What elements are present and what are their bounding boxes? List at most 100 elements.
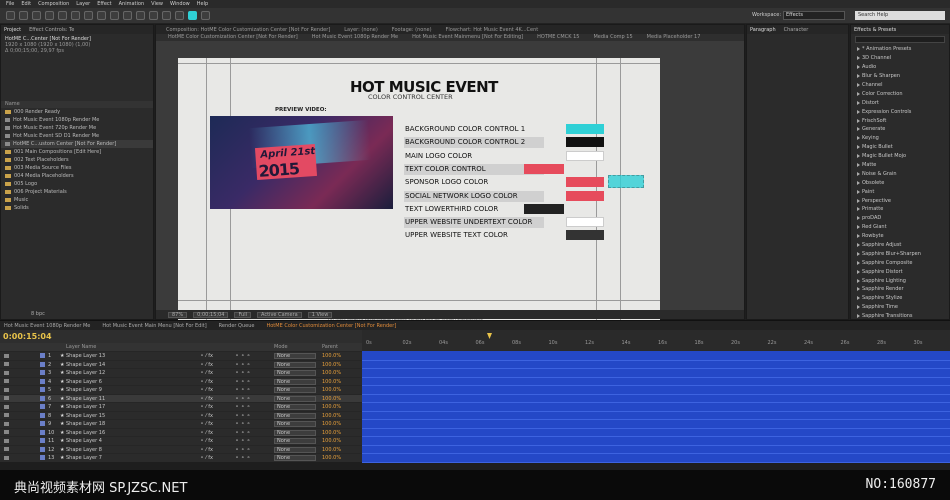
mode-select[interactable]: None bbox=[274, 387, 316, 393]
color-swatch[interactable] bbox=[566, 230, 604, 241]
layer-name[interactable]: Shape Layer 13 bbox=[66, 353, 105, 359]
effect-category[interactable]: 3D Channel bbox=[851, 54, 949, 63]
viewer-tab[interactable]: Composition: HotME Color Customization C… bbox=[166, 27, 330, 33]
mode-select[interactable]: None bbox=[274, 378, 316, 385]
layer-name[interactable]: Shape Layer 15 bbox=[66, 413, 105, 419]
visibility-eye-icon[interactable] bbox=[4, 353, 9, 358]
visibility-eye-icon[interactable] bbox=[4, 430, 9, 434]
fill-swatch-icon[interactable] bbox=[188, 11, 197, 20]
brush-tool-icon[interactable] bbox=[123, 11, 132, 20]
layer-switches-2-icon[interactable]: ⚬ ⚬ ⚬ bbox=[235, 353, 251, 359]
layer-name[interactable]: Shape Layer 8 bbox=[66, 447, 102, 453]
label-color-icon[interactable] bbox=[40, 353, 45, 358]
label-color-icon[interactable] bbox=[40, 429, 45, 435]
workspace-select[interactable]: Effects bbox=[783, 11, 845, 20]
menu-item-window[interactable]: Window bbox=[170, 1, 190, 7]
viewer-tab[interactable]: Footage: (none) bbox=[392, 27, 432, 33]
effect-category[interactable]: Obsolete bbox=[851, 178, 949, 187]
header-layer-name[interactable]: Layer Name bbox=[66, 344, 96, 350]
menu-item-layer[interactable]: Layer bbox=[76, 1, 90, 7]
project-item[interactable]: 003 Media Source Files bbox=[1, 164, 153, 172]
layer-switches-icon[interactable]: ⚬ ⁄ fx bbox=[200, 362, 213, 368]
effect-category[interactable]: Perspective bbox=[851, 196, 949, 205]
layer-switches-2-icon[interactable]: ⚬ ⚬ ⚬ bbox=[235, 413, 251, 419]
parent-value[interactable]: 100.0% bbox=[322, 430, 341, 436]
parent-value[interactable]: 100.0% bbox=[322, 421, 341, 427]
selection-tool-icon[interactable] bbox=[6, 11, 15, 20]
project-item[interactable]: Hot Music Event SD D1 Render Me bbox=[1, 132, 153, 140]
layer-name[interactable]: Shape Layer 6 bbox=[66, 379, 102, 385]
roto-tool-icon[interactable] bbox=[162, 11, 171, 20]
layer-switches-icon[interactable]: ⚬ ⁄ fx bbox=[200, 370, 213, 376]
stroke-swatch-icon[interactable] bbox=[201, 11, 210, 20]
eraser-tool-icon[interactable] bbox=[149, 11, 158, 20]
tab-effect-controls[interactable]: Effect Controls: Te bbox=[29, 27, 74, 33]
layer-row[interactable]: 7 ★ Shape Layer 17 ⚬ ⁄ fx ⚬ ⚬ ⚬ None 100.0% bbox=[0, 402, 362, 410]
layer-row[interactable]: 6 ★ Shape Layer 11 ⚬ ⁄ fx ⚬ ⚬ ⚬ None 100.0% bbox=[0, 393, 362, 402]
effect-category[interactable]: Channel bbox=[851, 81, 949, 90]
layer-switches-icon[interactable]: ⚬ ⁄ fx bbox=[200, 421, 213, 427]
mode-select[interactable]: None bbox=[274, 446, 316, 453]
layer-name[interactable]: Shape Layer 4 bbox=[66, 438, 102, 444]
effect-category[interactable]: Rowbyte bbox=[851, 232, 949, 241]
layer-switches-2-icon[interactable]: ⚬ ⚬ ⚬ bbox=[235, 362, 251, 368]
layer-switches-2-icon[interactable]: ⚬ ⚬ ⚬ bbox=[235, 421, 251, 427]
layer-row[interactable]: 2 ★ Shape Layer 14 ⚬ ⁄ fx ⚬ ⚬ ⚬ None 100.0% bbox=[0, 359, 362, 368]
menu-item-file[interactable]: File bbox=[6, 1, 14, 7]
layer-switches-2-icon[interactable]: ⚬ ⚬ ⚬ bbox=[235, 430, 251, 436]
visibility-eye-icon[interactable] bbox=[4, 362, 9, 366]
menu-item-view[interactable]: View bbox=[151, 1, 163, 7]
parent-value[interactable]: 100.0% bbox=[322, 396, 341, 402]
time-ruler[interactable]: 0s 02s 04s 06s 08s 10s 12s 14s 16s 18s 20s 22s 24s 26… bbox=[362, 330, 950, 351]
layer-row[interactable]: 1 ★ Shape Layer 13 ⚬ ⁄ fx ⚬ ⚬ ⚬ None 100.0% bbox=[0, 351, 362, 359]
pan-behind-tool-icon[interactable] bbox=[71, 11, 80, 20]
text-tool-icon[interactable] bbox=[110, 11, 119, 20]
comp-tab[interactable]: HotME Color Customization Center [Not Fo… bbox=[168, 34, 298, 41]
search-help-input[interactable]: Search Help bbox=[855, 11, 945, 20]
layer-switches-icon[interactable]: ⚬ ⁄ fx bbox=[200, 353, 213, 359]
layer-switches-2-icon[interactable]: ⚬ ⚬ ⚬ bbox=[235, 404, 251, 410]
playhead-icon[interactable] bbox=[487, 333, 492, 339]
effect-category[interactable]: Noise & Grain bbox=[851, 169, 949, 178]
effect-category[interactable]: Generate bbox=[851, 125, 949, 134]
project-item[interactable]: 005 Logo bbox=[1, 180, 153, 188]
layer-switches-icon[interactable]: ⚬ ⁄ fx bbox=[200, 430, 213, 436]
parent-value[interactable]: 100.0% bbox=[322, 455, 341, 461]
layer-row[interactable]: 13 ★ Shape Layer 7 ⚬ ⁄ fx ⚬ ⚬ ⚬ None 100.0% bbox=[0, 453, 362, 461]
comp-tab[interactable]: Hot Music Event Mainmenu [Not For Editin… bbox=[412, 34, 523, 41]
project-column-name[interactable]: Name bbox=[1, 101, 153, 108]
effect-category[interactable]: Magic Bullet bbox=[851, 143, 949, 152]
timeline-tab[interactable]: Hot Music Event 1080p Render Me bbox=[4, 323, 90, 329]
viewer-control[interactable]: Active Camera bbox=[257, 311, 302, 318]
visibility-eye-icon[interactable] bbox=[4, 387, 9, 392]
parent-value[interactable]: 100.0% bbox=[322, 447, 341, 453]
clone-tool-icon[interactable] bbox=[136, 11, 145, 20]
layer-name[interactable]: Shape Layer 18 bbox=[66, 421, 105, 427]
visibility-eye-icon[interactable] bbox=[4, 404, 9, 409]
label-color-icon[interactable] bbox=[40, 395, 45, 401]
color-swatch[interactable] bbox=[524, 203, 564, 214]
mode-select[interactable]: None bbox=[274, 455, 316, 461]
layer-switches-2-icon[interactable]: ⚬ ⚬ ⚬ bbox=[235, 447, 251, 453]
layer-row[interactable]: 5 ★ Shape Layer 9 ⚬ ⁄ fx ⚬ ⚬ ⚬ None 100.0% bbox=[0, 385, 362, 393]
layer-switches-2-icon[interactable]: ⚬ ⚬ ⚬ bbox=[235, 438, 251, 444]
layer-name[interactable]: Shape Layer 7 bbox=[66, 455, 102, 461]
label-color-icon[interactable] bbox=[40, 387, 45, 392]
effect-category[interactable]: Sapphire Stylize bbox=[851, 294, 949, 303]
effect-category[interactable]: Color Correction bbox=[851, 89, 949, 98]
project-item[interactable]: 000 Render Ready bbox=[1, 108, 153, 116]
layer-row[interactable]: 9 ★ Shape Layer 18 ⚬ ⁄ fx ⚬ ⚬ ⚬ None 100.0% bbox=[0, 419, 362, 427]
label-color-icon[interactable] bbox=[40, 404, 45, 409]
layer-switches-icon[interactable]: ⚬ ⁄ fx bbox=[200, 447, 213, 453]
mode-select[interactable]: None bbox=[274, 421, 316, 427]
mode-select[interactable]: None bbox=[274, 404, 316, 410]
current-time[interactable]: 0:00:15:04 bbox=[3, 332, 52, 341]
layer-name[interactable]: Shape Layer 14 bbox=[66, 362, 105, 368]
project-item[interactable]: 006 Project Materials bbox=[1, 188, 153, 196]
label-color-icon[interactable] bbox=[40, 378, 45, 384]
effect-category[interactable]: Matte bbox=[851, 161, 949, 170]
effect-category[interactable]: Sapphire Composite bbox=[851, 258, 949, 267]
layer-switches-2-icon[interactable]: ⚬ ⚬ ⚬ bbox=[235, 387, 251, 393]
comp-tab[interactable]: Hot Music Event 1080p Render Me bbox=[312, 34, 398, 41]
mode-select[interactable]: None bbox=[274, 395, 316, 402]
